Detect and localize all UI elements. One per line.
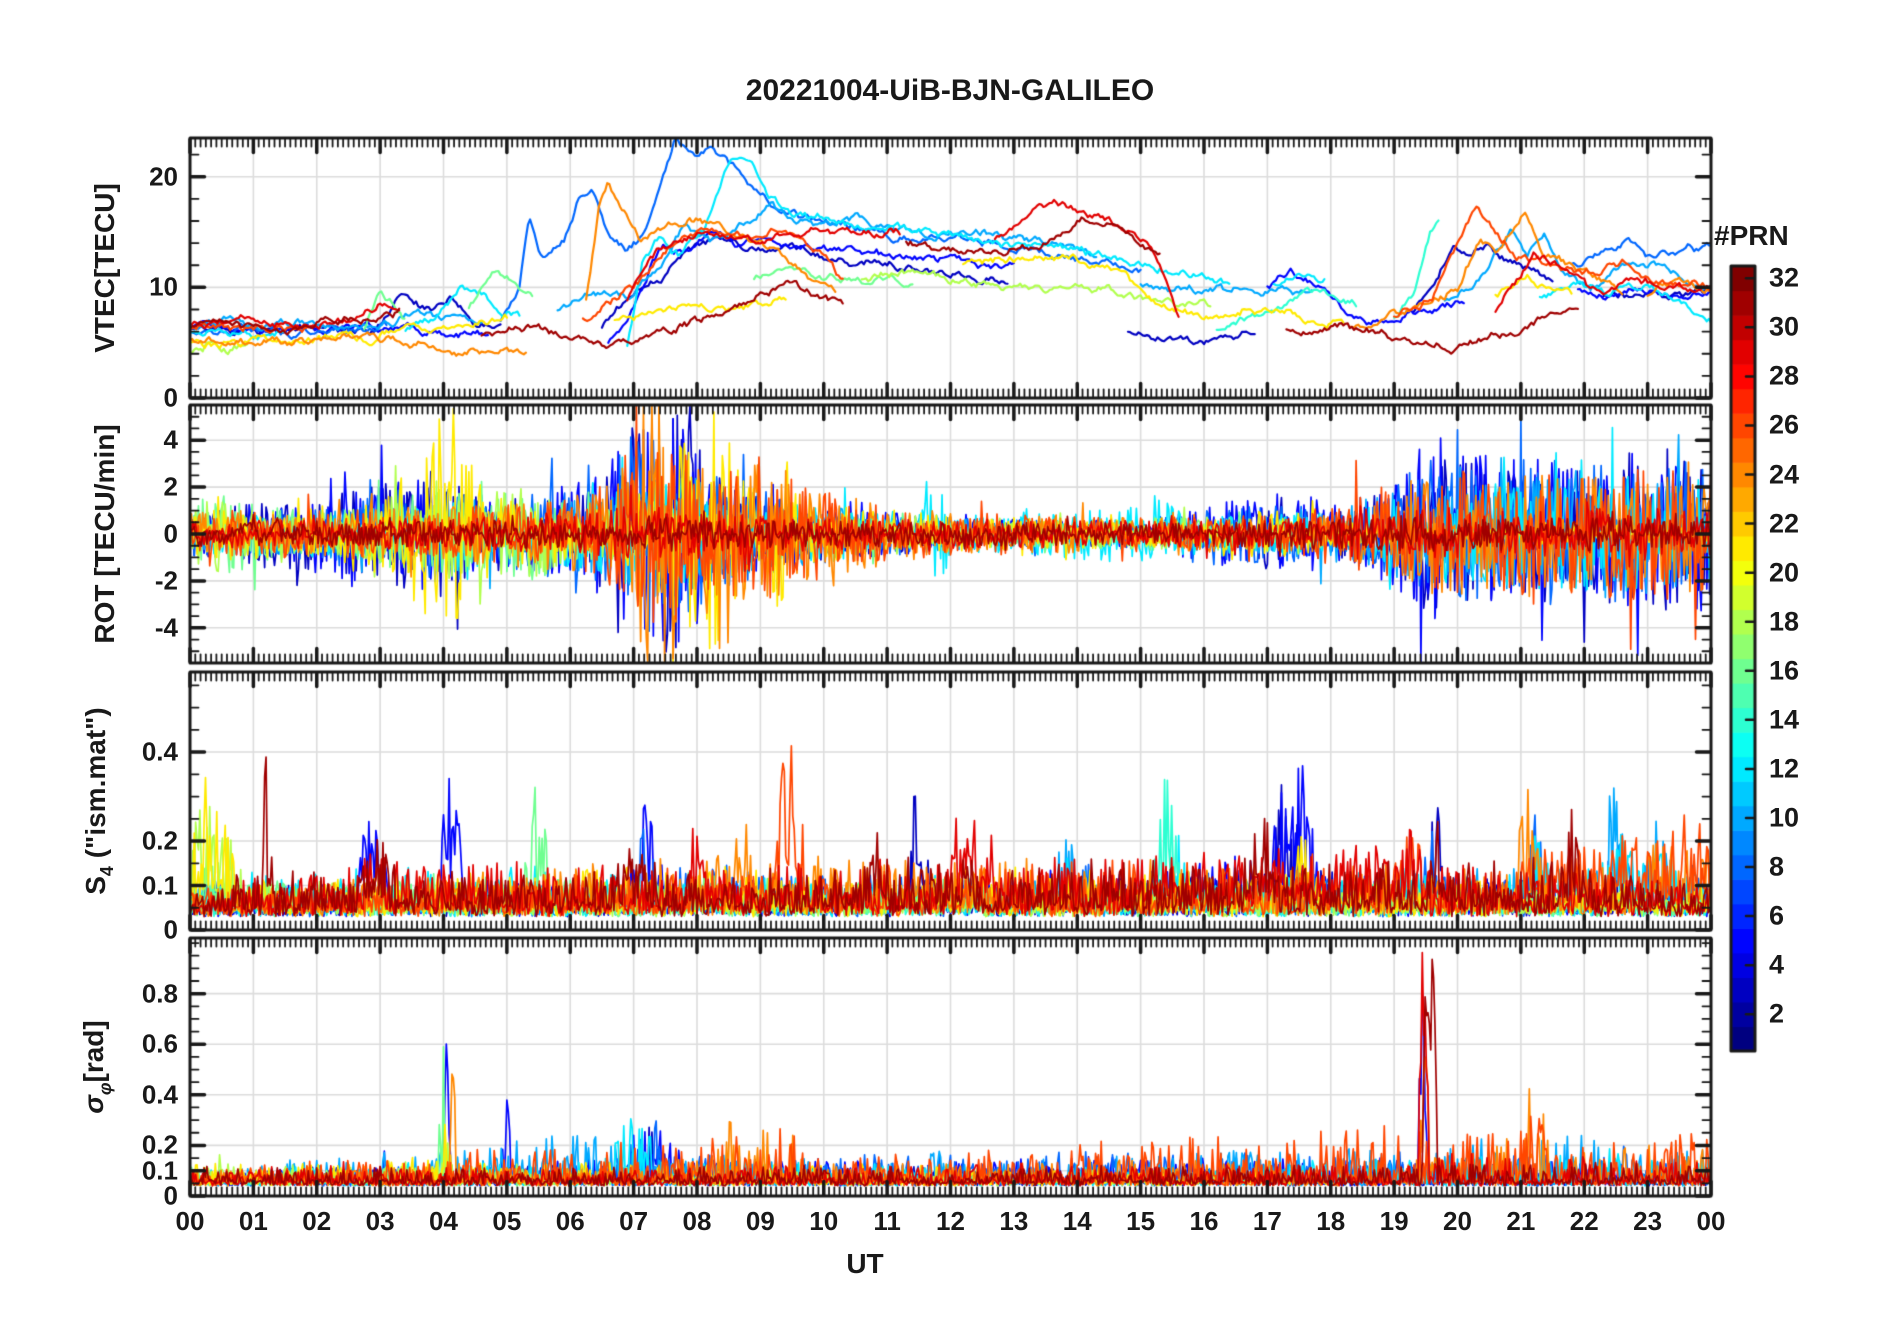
colorbar-tick-label: 28 (1769, 360, 1800, 391)
x-tick-label: 02 (302, 1206, 332, 1236)
colorbar-tick-label: 18 (1769, 606, 1800, 637)
colorbar-title: #PRN (1714, 220, 1789, 251)
y-tick-label-rot: 4 (163, 424, 178, 455)
y-axis-label-vtec: VTEC[TECU] (89, 183, 120, 353)
colorbar-tick-label: 10 (1769, 802, 1800, 833)
colorbar-tick-label: 20 (1769, 557, 1800, 588)
colorbar-tick-label: 30 (1769, 311, 1800, 342)
x-tick-label: 18 (1316, 1206, 1346, 1236)
y-tick-label-s4: 0.4 (141, 736, 178, 767)
y-axis-label-sigma: σφ[rad] (78, 1020, 115, 1114)
x-tick-label: 09 (745, 1206, 775, 1236)
y-tick-label-vtec: 20 (149, 161, 178, 192)
y-tick-label-vtec: 0 (163, 382, 178, 413)
y-tick-label-rot: 0 (163, 518, 178, 549)
x-tick-label: 07 (619, 1206, 649, 1236)
y-tick-label-sigma: 0.4 (141, 1079, 178, 1110)
colorbar-tick-label: 32 (1769, 262, 1800, 293)
colorbar-tick-label: 14 (1769, 704, 1800, 735)
x-tick-label: 00 (1696, 1206, 1726, 1236)
x-tick-label: 16 (1189, 1206, 1219, 1236)
colorbar-tick-label: 26 (1769, 409, 1800, 440)
x-tick-label: 19 (1379, 1206, 1409, 1236)
x-tick-label: 05 (492, 1206, 522, 1236)
x-tick-label: 04 (429, 1206, 458, 1236)
y-tick-label-vtec: 10 (149, 271, 178, 302)
colorbar-tick-label: 6 (1769, 900, 1785, 931)
x-tick-label: 15 (1126, 1206, 1156, 1236)
x-tick-label: 13 (999, 1206, 1029, 1236)
y-tick-label-rot: -2 (154, 565, 178, 596)
y-tick-label-sigma: 0.2 (141, 1129, 178, 1160)
y-axis-label-s4: S4 ("ism.mat") (80, 707, 117, 895)
x-tick-label: 08 (682, 1206, 712, 1236)
y-tick-label-sigma: 0.6 (141, 1028, 178, 1059)
x-tick-label: 22 (1569, 1206, 1599, 1236)
y-axis-label-rot: ROT [TECU/min] (89, 424, 120, 644)
colorbar-tick-label: 12 (1769, 753, 1800, 784)
colorbar-tick-label: 8 (1769, 851, 1785, 882)
x-tick-label: 12 (936, 1206, 965, 1236)
colorbar-tick-label: 22 (1769, 508, 1800, 539)
y-tick-label-sigma: 0.8 (141, 978, 178, 1009)
y-tick-label-s4: 0 (163, 914, 178, 945)
x-tick-label: 20 (1443, 1206, 1472, 1236)
x-axis-label: UT (846, 1248, 884, 1279)
x-tick-label: 01 (238, 1206, 268, 1236)
x-tick-label: 06 (555, 1206, 585, 1236)
x-tick-label: 03 (365, 1206, 395, 1236)
y-tick-label-s4: 0.1 (141, 870, 178, 901)
x-tick-label: 00 (175, 1206, 205, 1236)
x-tick-label: 23 (1633, 1206, 1663, 1236)
x-tick-label: 17 (1252, 1206, 1282, 1236)
colorbar-tick-label: 16 (1769, 655, 1800, 686)
figure-title: 20221004-UiB-BJN-GALILEO (745, 74, 1155, 107)
figure: 20221004-UiB-BJN-GALILEO VTEC[TECU] ROT … (0, 0, 1902, 1330)
colorbar-tick-label: 24 (1769, 459, 1800, 490)
chart-canvas (0, 0, 1902, 1330)
y-tick-label-rot: -4 (154, 612, 178, 643)
x-tick-label: 21 (1506, 1206, 1536, 1236)
y-tick-label-rot: 2 (163, 471, 178, 502)
x-tick-label: 14 (1062, 1206, 1092, 1236)
x-tick-label: 11 (873, 1206, 901, 1236)
x-tick-label: 10 (809, 1206, 839, 1236)
colorbar-tick-label: 4 (1769, 949, 1785, 980)
y-tick-label-s4: 0.2 (141, 825, 178, 856)
colorbar-tick-label: 2 (1769, 998, 1785, 1029)
